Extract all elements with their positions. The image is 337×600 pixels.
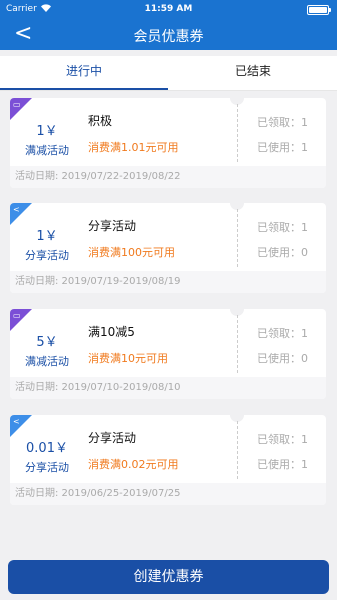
card-badge-glyph: ▭ [13, 100, 21, 109]
share-badge-glyph: < [13, 205, 20, 214]
coupon-card[interactable]: ▭ 1￥ 满减活动 积极 消费满1.01元可用 已领取：1 已使用：1 活动日期… [10, 98, 326, 188]
status-bar: Carrier 11:59 AM [0, 0, 337, 20]
coupon-condition: 消费满10元可用 [88, 352, 168, 365]
card-divider [237, 421, 238, 479]
coupon-name: 积极 [88, 114, 113, 128]
tab-ended[interactable]: 已结束 [169, 56, 337, 90]
coupon-condition: 消费满1.01元可用 [88, 141, 179, 154]
tab-ongoing[interactable]: 进行中 [0, 56, 168, 90]
coupon-date: 活动日期: 2019/07/22-2019/08/22 [10, 166, 326, 188]
battery-icon [307, 5, 331, 15]
coupon-type: 分享活动 [25, 461, 69, 474]
card-badge-glyph: ▭ [13, 311, 21, 320]
coupon-type: 满减活动 [25, 144, 69, 157]
claimed-count: 已领取：1 [257, 116, 308, 129]
coupon-name: 满10减5 [88, 325, 135, 339]
coupon-amount: 5￥ [36, 335, 58, 350]
claimed-count: 已领取：1 [257, 221, 308, 234]
card-divider [237, 104, 238, 162]
used-count: 已使用：1 [257, 141, 308, 154]
coupon-date: 活动日期: 2019/06/25-2019/07/25 [10, 483, 326, 505]
nav-bar: < 会员优惠券 [0, 20, 337, 50]
coupon-card[interactable]: < 1￥ 分享活动 分享活动 消费满100元可用 已领取：1 已使用：0 活动日… [10, 203, 326, 293]
page-title: 会员优惠券 [133, 29, 204, 45]
used-count: 已使用：0 [257, 246, 308, 259]
tab-bar: 进行中 已结束 [0, 56, 337, 91]
coupon-date: 活动日期: 2019/07/10-2019/08/10 [10, 377, 326, 399]
coupon-type: 分享活动 [25, 249, 69, 262]
status-time: 11:59 AM [144, 4, 193, 14]
card-divider [237, 315, 238, 373]
coupon-amount: 1￥ [36, 229, 58, 244]
coupon-amount: 1￥ [36, 124, 58, 139]
coupon-card[interactable]: < 0.01￥ 分享活动 分享活动 消费满0.02元可用 已领取：1 已使用：1… [10, 415, 326, 505]
coupon-name: 分享活动 [88, 219, 137, 233]
coupon-type: 满减活动 [25, 355, 69, 368]
coupon-condition: 消费满100元可用 [88, 246, 175, 259]
share-badge-glyph: < [13, 417, 20, 426]
coupon-date: 活动日期: 2019/07/19-2019/08/19 [10, 271, 326, 293]
coupon-amount: 0.01￥ [26, 441, 68, 456]
coupon-card[interactable]: ▭ 5￥ 满减活动 满10减5 消费满10元可用 已领取：1 已使用：0 活动日… [10, 309, 326, 399]
coupon-condition: 消费满0.02元可用 [88, 458, 179, 471]
used-count: 已使用：1 [257, 458, 308, 471]
used-count: 已使用：0 [257, 352, 308, 365]
claimed-count: 已领取：1 [257, 327, 308, 340]
coupon-name: 分享活动 [88, 431, 137, 445]
card-divider [237, 209, 238, 267]
create-coupon-button[interactable]: 创建优惠券 [8, 560, 329, 594]
claimed-count: 已领取：1 [257, 433, 308, 446]
